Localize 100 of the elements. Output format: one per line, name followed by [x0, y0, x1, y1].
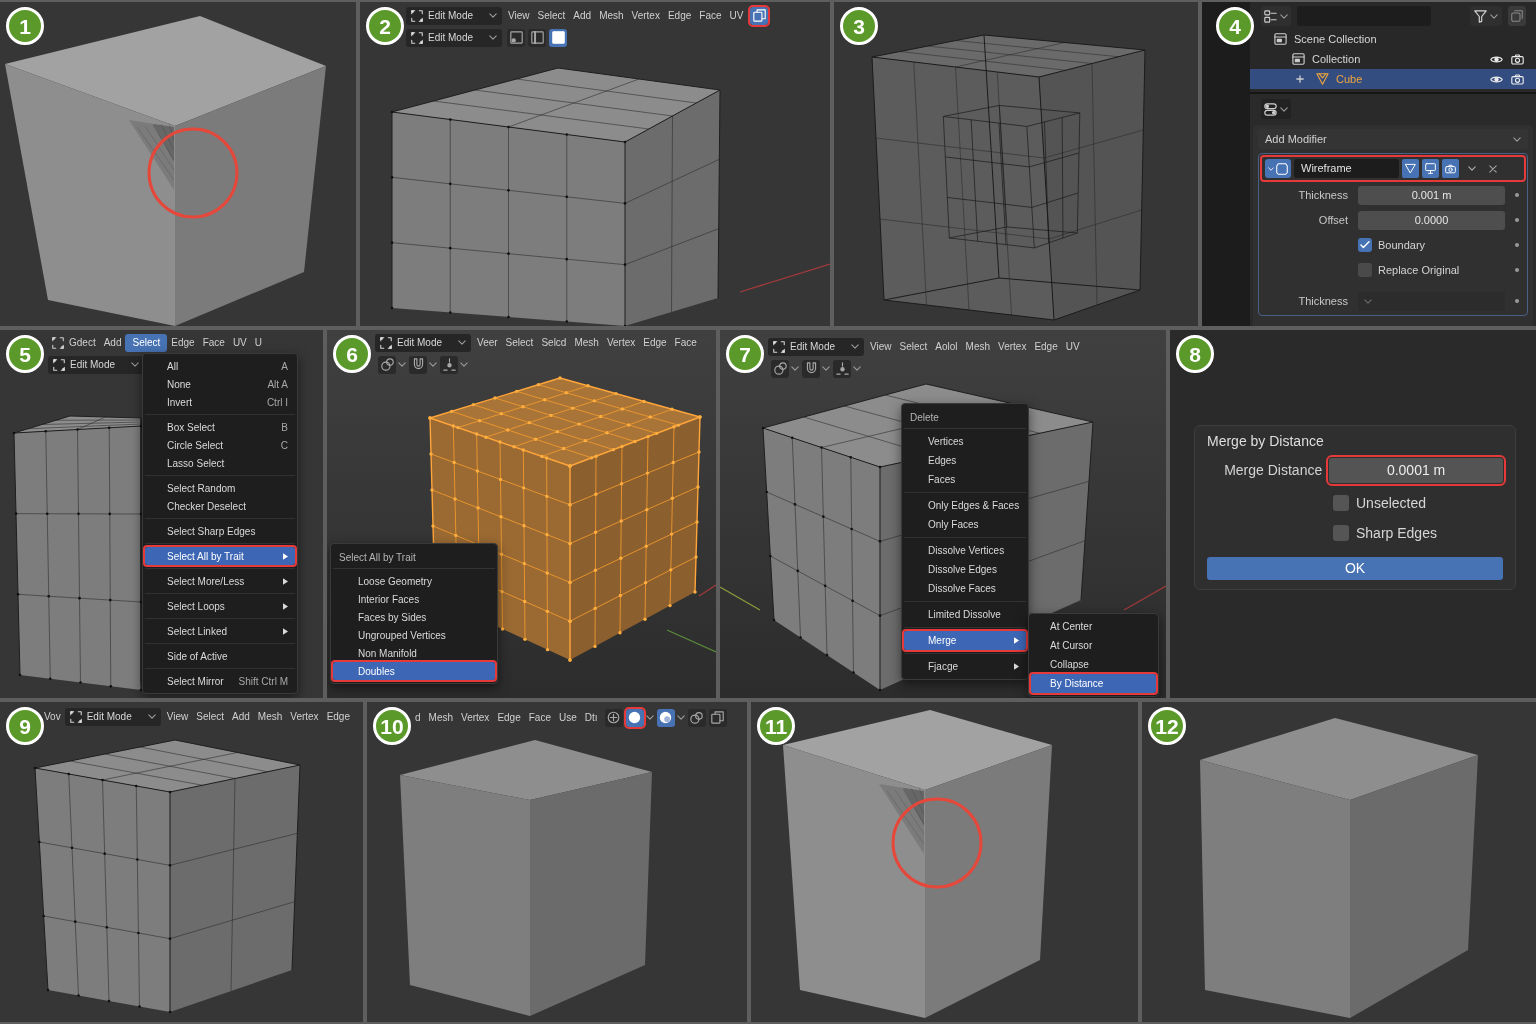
menu-item[interactable]: At Center	[1031, 617, 1156, 636]
toolbar-button[interactable]	[656, 708, 675, 727]
menu-item[interactable]: Select Sharp Edges	[145, 522, 295, 540]
add-modifier-dropdown[interactable]: Add Modifier	[1258, 129, 1528, 149]
menu-item[interactable]: Loose Geometry	[333, 572, 495, 590]
menu-item[interactable]: Interior Faces	[333, 590, 495, 608]
menu-item[interactable]: Box Select B	[145, 418, 295, 436]
caret-icon[interactable]	[460, 362, 468, 367]
menu-item[interactable]: Vertices	[904, 432, 1026, 451]
menu-item[interactable]: Select Loops	[145, 597, 295, 615]
menu-item[interactable]: Dissolve Faces	[904, 579, 1026, 598]
menu-item[interactable]: By Distance	[1031, 674, 1156, 693]
menu-item[interactable]: Collapse	[1031, 655, 1156, 674]
menu-item[interactable]: Select Mirror Shift Ctrl M	[145, 672, 295, 690]
menu-item[interactable]: Invert Ctrl I	[145, 393, 295, 411]
menu-item[interactable]: Dissolve Vertices	[904, 541, 1026, 560]
menu-button[interactable]: Dtı	[580, 708, 602, 727]
editor-type-button[interactable]	[1261, 6, 1291, 26]
modifier-toggle[interactable]	[1402, 159, 1419, 178]
menu-item[interactable]: Lasso Select	[145, 454, 295, 472]
menu-button[interactable]: Vertex	[602, 333, 640, 352]
menu-button[interactable]: Select	[501, 333, 538, 352]
camera-icon[interactable]	[1511, 73, 1524, 85]
new-collection-button[interactable]	[1508, 6, 1526, 26]
menu-button[interactable]: Add	[228, 707, 254, 726]
menu-button[interactable]: Aolol	[931, 337, 962, 356]
menu-item[interactable]: Merge	[904, 631, 1026, 650]
menu-button[interactable]: Mesh	[961, 337, 995, 356]
menu-button[interactable]: Mesh	[253, 707, 287, 726]
menu-item[interactable]: Select More/Less	[145, 572, 295, 590]
menu-button[interactable]: View	[866, 337, 896, 356]
menu-button[interactable]: Edge	[639, 333, 671, 352]
menu-button[interactable]: Use	[554, 708, 581, 727]
menu-button[interactable]: Select	[192, 707, 228, 726]
menu-button[interactable]: UV	[1061, 337, 1084, 356]
menu-button[interactable]: Add	[569, 6, 596, 25]
caret-icon[interactable]	[791, 366, 799, 371]
menu-button[interactable]: Face	[198, 333, 229, 352]
modifier-name-field[interactable]: Wireframe	[1294, 159, 1399, 178]
menu-item[interactable]: Select Linked	[145, 622, 295, 640]
eye-icon[interactable]	[1490, 54, 1503, 64]
menu-item[interactable]: Select Random	[145, 479, 295, 497]
toolbar-button[interactable]	[507, 28, 526, 47]
menu-button[interactable]: Select	[533, 6, 570, 25]
close-icon[interactable]	[1489, 164, 1497, 173]
menu-button[interactable]: Face	[670, 333, 701, 352]
dropdown-field[interactable]	[1358, 291, 1505, 311]
caret-icon[interactable]	[676, 715, 685, 720]
mode-dropdown[interactable]: Edit Mode	[64, 707, 161, 726]
menu-button[interactable]: Selcd	[537, 333, 571, 352]
menu-item[interactable]: Limited Dissolve	[904, 605, 1026, 624]
toolbar-button[interactable]	[604, 708, 623, 727]
caret-icon[interactable]	[822, 366, 830, 371]
editor-type-button[interactable]	[1261, 99, 1291, 119]
caret-icon[interactable]	[429, 362, 437, 367]
ok-button[interactable]: OK	[1207, 557, 1503, 580]
menu-item[interactable]: Only Edges & Faces	[904, 496, 1026, 515]
collapse-toggle[interactable]	[1265, 159, 1291, 178]
caret-icon[interactable]	[853, 366, 861, 371]
checkbox[interactable]	[1333, 525, 1349, 541]
outliner-row[interactable]: Cube	[1250, 69, 1536, 89]
menu-item[interactable]: Ungrouped Vertices	[333, 626, 495, 644]
menu-item[interactable]: At Cursor	[1031, 636, 1156, 655]
menu-button[interactable]: Edge	[1030, 337, 1062, 356]
caret-icon[interactable]	[645, 715, 654, 720]
menu-button[interactable]: Face	[695, 6, 726, 25]
menu-item[interactable]: Dissolve Edges	[904, 560, 1026, 579]
menu-button[interactable]: UV	[228, 333, 251, 352]
menu-item[interactable]: Edges	[904, 451, 1026, 470]
menu-item[interactable]: Checker Deselect	[145, 497, 295, 515]
menu-button[interactable]: Gdect	[48, 333, 100, 352]
toolbar-button[interactable]	[687, 708, 706, 727]
menu-item[interactable]: Fjacge	[904, 657, 1026, 676]
camera-icon[interactable]	[1511, 53, 1524, 65]
menu-button[interactable]: View	[504, 6, 534, 25]
menu-button[interactable]: Mesh	[595, 6, 628, 25]
menu-button[interactable]: View	[162, 707, 193, 726]
modifier-toggle[interactable]	[1422, 159, 1439, 178]
menu-button[interactable]: Vertex	[286, 707, 323, 726]
menu-item[interactable]: Side of Active	[145, 647, 295, 665]
menu-button[interactable]: Vertex	[457, 708, 494, 727]
filter-button[interactable]	[1470, 6, 1502, 26]
menu-item[interactable]: None Alt A	[145, 375, 295, 393]
menu-button[interactable]: Face	[524, 708, 555, 727]
menu-item[interactable]: Circle Select C	[145, 436, 295, 454]
toolbar-button[interactable]	[750, 6, 769, 25]
number-field[interactable]: 0.001 m	[1358, 185, 1505, 205]
mode-dropdown[interactable]: Edit Mode	[406, 6, 503, 25]
menu-button[interactable]: Mesh	[570, 333, 603, 352]
toolbar-button[interactable]	[549, 28, 568, 47]
outliner-row[interactable]: Collection	[1250, 49, 1536, 69]
menu-item[interactable]: Only Faces	[904, 515, 1026, 534]
menu-item[interactable]: Non Manifold	[333, 644, 495, 662]
toolbar-button[interactable]	[528, 28, 547, 47]
menu-item[interactable]: Select All by Trait	[145, 547, 295, 565]
menu-button[interactable]: Edge	[493, 708, 525, 727]
eye-icon[interactable]	[1490, 74, 1503, 84]
menu-item[interactable]: Doubles	[333, 662, 495, 680]
menu-button[interactable]: Add	[99, 333, 126, 352]
caret-icon[interactable]	[1468, 166, 1476, 171]
